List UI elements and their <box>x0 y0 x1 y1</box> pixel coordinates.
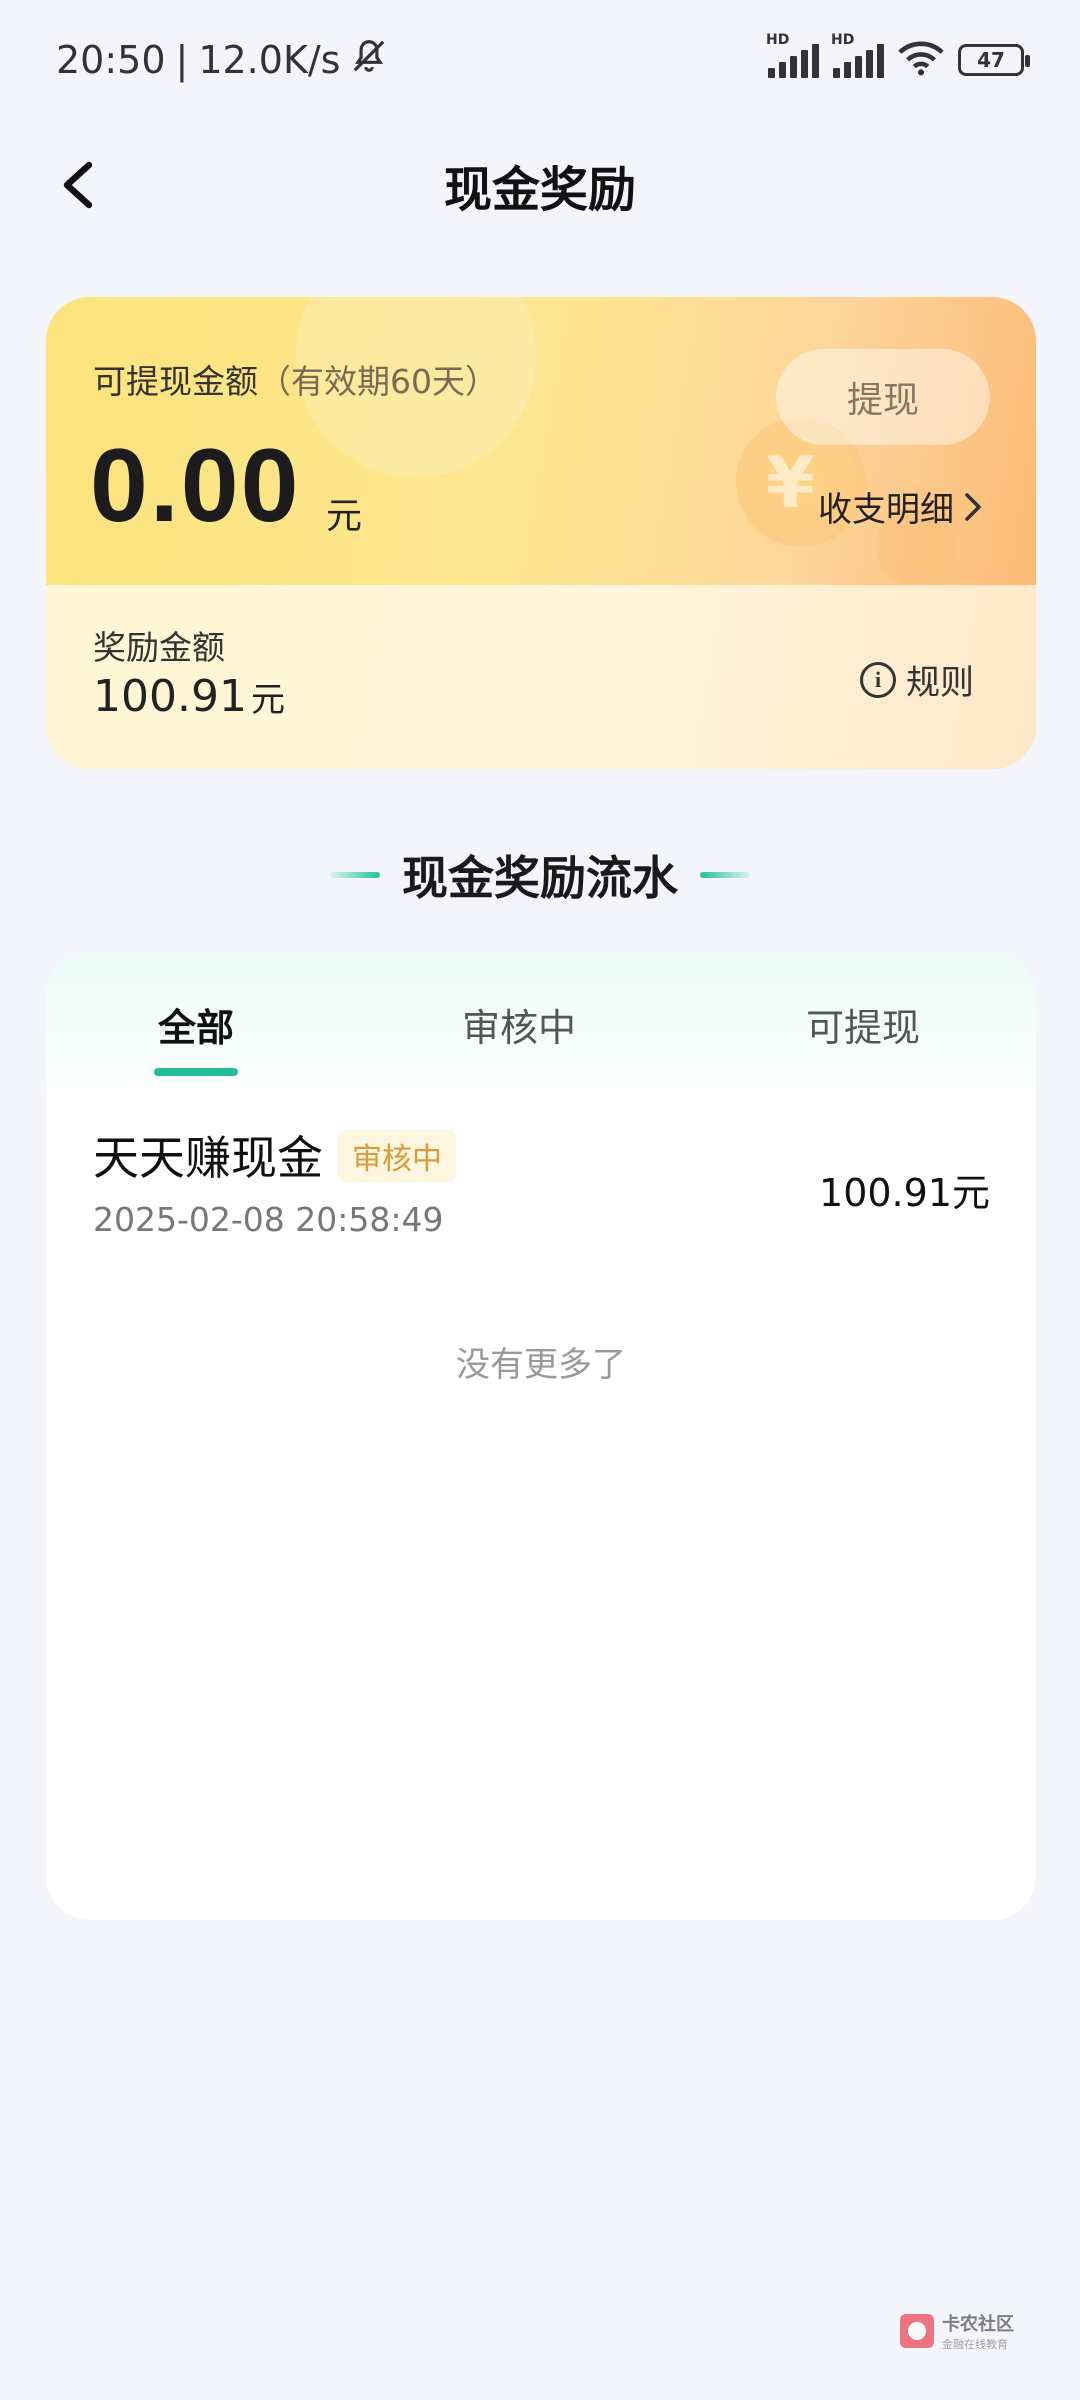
watermark-title: 卡农社区 <box>942 2314 1014 2335</box>
title-dash-left <box>330 872 380 878</box>
status-bar: 20:50 | 12.0K/s HD HD 47 <box>0 0 1080 120</box>
status-net-speed: 12.0K/s <box>198 38 341 82</box>
page-header: 现金奖励 <box>0 140 1080 230</box>
status-left: 20:50 | 12.0K/s <box>56 37 388 84</box>
tab-all[interactable]: 全部 <box>158 997 234 1052</box>
status-time: 20:50 <box>56 38 166 82</box>
signal-icon: HD <box>766 32 819 78</box>
tab-under-review[interactable]: 审核中 <box>462 997 576 1052</box>
page-title: 现金奖励 <box>443 162 636 218</box>
withdrawable-label-text: 可提现金额 <box>93 362 258 401</box>
status-separator: | <box>175 38 189 82</box>
reward-amount-value: 100.91 <box>93 671 247 722</box>
chevron-right-icon <box>965 492 981 521</box>
status-right: HD HD 47 <box>766 32 1030 80</box>
income-expense-details-link[interactable]: 收支明细 <box>818 482 982 531</box>
details-link-label: 收支明细 <box>818 490 954 530</box>
reward-section: 奖励金额 100.91 元 i 规则 <box>46 585 1036 769</box>
withdrawable-amount: 0.00 <box>90 428 301 544</box>
section-title-text: 现金奖励流水 <box>402 851 678 905</box>
rules-label: 规则 <box>906 663 974 703</box>
withdrawable-label: 可提现金额（有效期60天） <box>93 355 498 403</box>
reward-amount: 100.91 元 <box>93 671 285 722</box>
watermark-text: 卡农社区 金融在线教育 <box>942 2310 1014 2352</box>
amount-unit: 元 <box>326 496 363 537</box>
wifi-icon <box>898 40 944 80</box>
status-badge: 审核中 <box>338 1130 456 1182</box>
section-title: 现金奖励流水 <box>0 840 1080 910</box>
cash-balance-card: ¥ 可提现金额（有效期60天） 提现 0.00 元 收支明细 奖励金额 100.… <box>46 297 1036 769</box>
rules-link[interactable]: i 规则 <box>860 655 974 704</box>
title-dash-right <box>700 872 750 878</box>
validity-note: （有效期60天） <box>258 362 498 401</box>
reward-label: 奖励金额 <box>93 628 225 667</box>
watermark-subtitle: 金融在线教育 <box>942 2338 1008 2351</box>
transaction-amount: 100.91元 <box>819 1171 990 1215</box>
watermark-logo-icon <box>900 2314 934 2348</box>
chevron-left-icon <box>63 161 93 209</box>
transaction-time: 2025-02-08 20:58:49 <box>93 1200 444 1239</box>
mute-bell-icon <box>350 37 388 84</box>
transactions-card: 全部 审核中 可提现 天天赚现金 审核中 2025-02-08 20:58:49… <box>46 952 1036 1920</box>
watermark: 卡农社区 金融在线教育 <box>900 2310 1014 2352</box>
info-icon: i <box>860 661 896 698</box>
transaction-row[interactable]: 天天赚现金 审核中 2025-02-08 20:58:49 100.91元 <box>46 1122 1036 1252</box>
reward-amount-unit: 元 <box>250 680 285 720</box>
yen-coin-icon: ¥ <box>766 442 815 524</box>
signal-icon: HD <box>831 32 884 78</box>
battery-icon: 47 <box>958 44 1030 76</box>
tab-withdrawable[interactable]: 可提现 <box>806 997 920 1052</box>
no-more-hint: 没有更多了 <box>456 1345 626 1385</box>
back-button[interactable] <box>48 155 108 215</box>
active-tab-indicator <box>154 1068 238 1076</box>
transaction-title: 天天赚现金 <box>93 1131 323 1185</box>
withdraw-button[interactable]: 提现 <box>776 349 990 445</box>
